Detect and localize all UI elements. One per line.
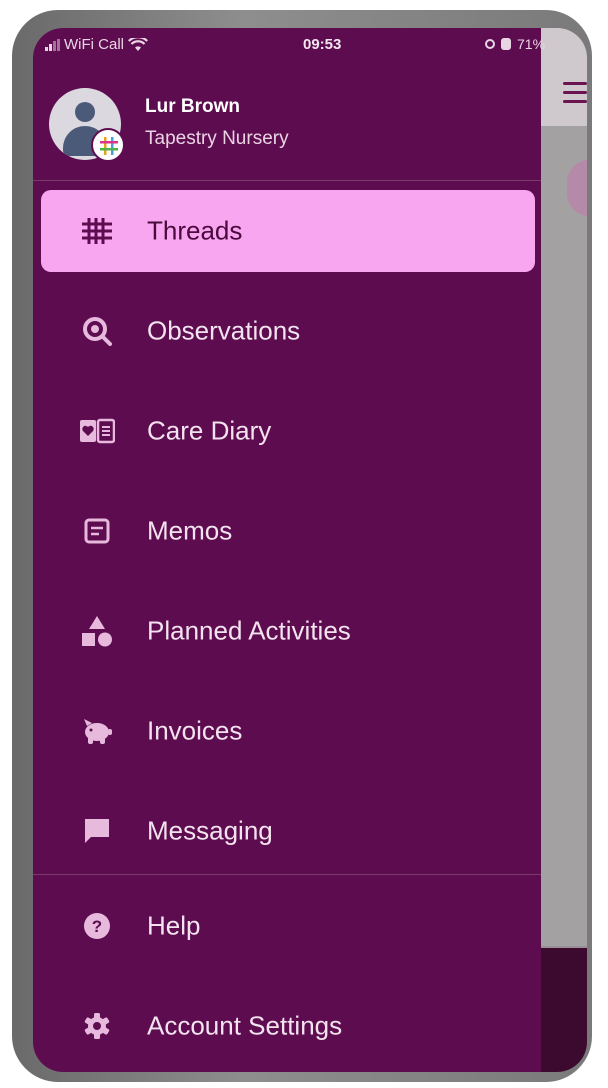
nursery-logo-badge-icon <box>91 128 125 162</box>
menu-item-label: Threads <box>147 215 243 246</box>
observations-magnifier-icon <box>79 313 115 349</box>
threads-grid-icon <box>79 213 115 249</box>
status-time: 09:53 <box>303 36 342 53</box>
navigation-drawer: Lur Brown Tapestry Nursery Threads Obser… <box>33 28 541 1072</box>
menu-item-label: Planned Activities <box>147 615 351 646</box>
divider <box>33 874 541 875</box>
menu-item-label: Account Settings <box>147 1010 343 1041</box>
divider <box>33 180 541 181</box>
background-app-footer <box>541 948 587 1072</box>
menu-item-care-diary[interactable]: Care Diary <box>41 390 535 472</box>
menu-item-label: Memos <box>147 515 233 546</box>
chat-bubble-icon <box>79 813 115 849</box>
background-app-content <box>541 126 587 946</box>
hamburger-menu-icon[interactable] <box>563 82 587 104</box>
menu-item-label: Messaging <box>147 815 273 846</box>
menu-item-observations[interactable]: Observations <box>41 290 535 372</box>
menu-item-help[interactable]: ? Help <box>41 885 535 967</box>
carrier-label: WiFi Call <box>64 36 124 53</box>
shapes-icon <box>79 613 115 649</box>
background-app <box>541 28 587 1072</box>
menu-item-label: Care Diary <box>147 415 272 446</box>
alarm-icon <box>501 38 511 50</box>
orientation-lock-icon <box>485 39 495 49</box>
menu-item-invoices[interactable]: Invoices <box>41 690 535 772</box>
wifi-icon <box>128 37 148 51</box>
svg-text:?: ? <box>92 917 102 936</box>
menu-item-label: Help <box>147 910 201 941</box>
menu-item-planned-activities[interactable]: Planned Activities <box>41 590 535 672</box>
menu-item-account-settings[interactable]: Account Settings <box>41 985 535 1067</box>
help-icon: ? <box>79 908 115 944</box>
piggy-bank-icon <box>79 713 115 749</box>
battery-percentage: 71% <box>517 36 546 52</box>
profile-header[interactable]: Lur Brown Tapestry Nursery <box>49 76 529 176</box>
care-diary-book-icon <box>79 413 115 449</box>
menu-item-messaging[interactable]: Messaging <box>41 790 535 872</box>
menu-item-memos[interactable]: Memos <box>41 490 535 572</box>
organisation-name: Tapestry Nursery <box>145 128 289 149</box>
menu-item-threads[interactable]: Threads <box>41 190 535 272</box>
menu-item-label: Invoices <box>147 715 243 746</box>
cellular-signal-icon <box>45 38 60 51</box>
menu-item-label: Observations <box>147 315 301 346</box>
memo-icon <box>79 513 115 549</box>
phone-screen: WiFi Call 09:53 71% Lur Brown Tapestry N… <box>33 28 587 1072</box>
status-bar: WiFi Call 09:53 71% <box>33 28 587 64</box>
user-name: Lur Brown <box>145 96 240 117</box>
gear-icon <box>79 1008 115 1044</box>
